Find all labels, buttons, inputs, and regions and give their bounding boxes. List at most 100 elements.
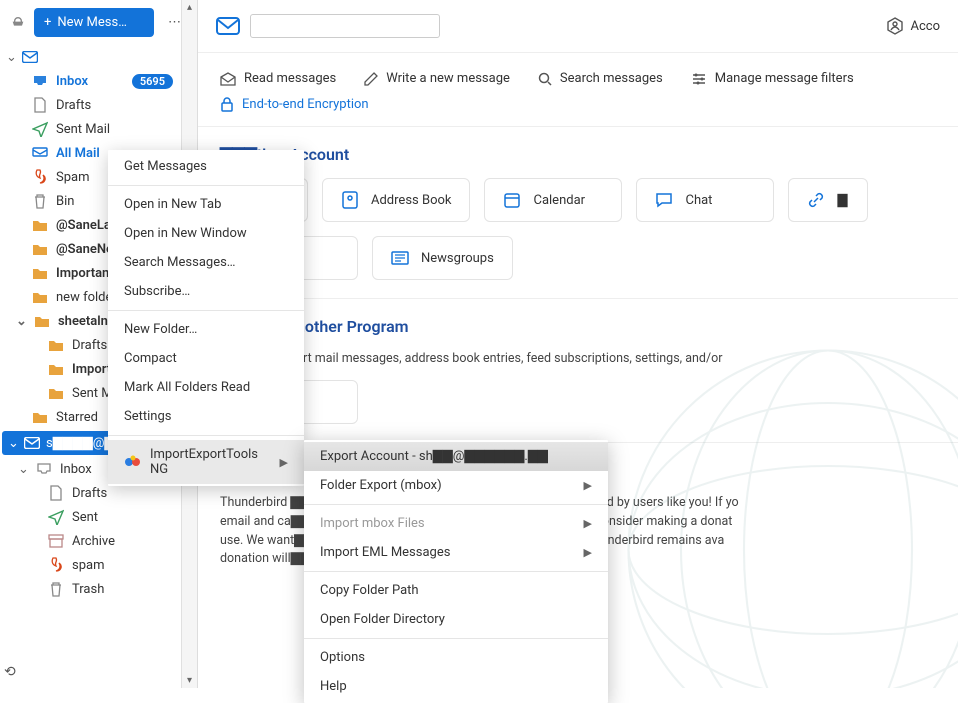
read-messages-action[interactable]: Read messages (220, 71, 336, 86)
folder-icon (32, 289, 48, 305)
folder-sent[interactable]: Sent Mail (0, 117, 181, 141)
scroll-down-icon[interactable]: ▾ (182, 675, 197, 686)
topbar: Acco (198, 0, 958, 53)
import-export-icon (124, 453, 142, 471)
folder-sent2[interactable]: Sent (0, 505, 181, 529)
ctx-open-new-tab[interactable]: Open in New Tab (108, 190, 304, 219)
folder-icon (48, 361, 64, 377)
folder-icon (32, 217, 48, 233)
section-title: ▇▇▇ther Account (220, 145, 936, 164)
folder-icon (34, 313, 50, 329)
folder-archive[interactable]: Archive (0, 529, 181, 553)
folder-icon (32, 409, 48, 425)
folder-spam2[interactable]: spam (0, 553, 181, 577)
card-link[interactable]: ▇ (788, 178, 868, 222)
folder-icon (32, 265, 48, 281)
ctx-separator (304, 504, 608, 505)
doc-icon (48, 485, 64, 501)
chevron-right-icon: ▶ (280, 456, 288, 469)
folder-icon (48, 337, 64, 353)
fire-icon (32, 169, 48, 185)
chat-icon (655, 191, 673, 209)
section-title: ▇▇▇▇▇ Another Program (220, 317, 936, 336)
action-row: Read messages Write a new message Search… (198, 53, 958, 86)
hexagon-user-icon (886, 17, 904, 35)
import-desc: ▇▇▇ you import mail messages, address bo… (220, 350, 936, 366)
folder-icon (32, 241, 48, 257)
folder-inbox[interactable]: Inbox 5695 (0, 69, 181, 93)
chevron-down-icon: ⌄ (18, 462, 28, 477)
sub-copy-path[interactable]: Copy Folder Path (304, 576, 608, 605)
chevron-right-icon: ▶ (584, 479, 592, 492)
manage-filters-action[interactable]: Manage message filters (691, 71, 854, 86)
account-label (44, 50, 173, 64)
scroll-up-icon[interactable]: ▴ (182, 2, 197, 13)
send-icon (32, 121, 48, 137)
sub-open-directory[interactable]: Open Folder Directory (304, 605, 608, 634)
folder-icon (48, 385, 64, 401)
ctx-separator (108, 185, 304, 186)
chevron-down-icon: ⌄ (16, 314, 26, 329)
account-row[interactable]: ⌄ (0, 45, 181, 69)
ctx-separator (304, 571, 608, 572)
envelope-open-icon (220, 72, 236, 86)
mail-account-icon (24, 435, 40, 451)
card-calendar[interactable]: Calendar (484, 178, 622, 222)
ctx-open-new-window[interactable]: Open in New Window (108, 219, 304, 248)
sub-help[interactable]: Help (304, 672, 608, 701)
sub-import-mbox: Import mbox Files▶ (304, 509, 608, 538)
ctx-settings[interactable]: Settings (108, 402, 304, 431)
card-chat[interactable]: Chat (636, 178, 774, 222)
doc-icon (32, 97, 48, 113)
trash-icon (32, 193, 48, 209)
another-account-section: ▇▇▇ther Account ▇▇ Address Book Calendar… (198, 126, 958, 298)
folder-drafts[interactable]: Drafts (0, 93, 181, 117)
address-input[interactable] (250, 14, 440, 38)
lock-icon (220, 96, 234, 112)
inbox-icon (32, 73, 48, 89)
trash-icon (48, 581, 64, 597)
ctx-compact[interactable]: Compact (108, 344, 304, 373)
news-icon (391, 249, 409, 267)
ctx-new-folder[interactable]: New Folder… (108, 315, 304, 344)
chevron-right-icon: ▶ (584, 517, 592, 530)
plus-icon: + (44, 15, 51, 30)
mail-icon (216, 17, 240, 35)
ctx-separator (304, 638, 608, 639)
context-submenu: Export Account - sh▇▇@▇▇▇▇▇▇.▇▇ Folder E… (304, 440, 608, 703)
archive-icon (48, 533, 64, 549)
sub-export-account[interactable]: Export Account - sh▇▇@▇▇▇▇▇▇.▇▇ (304, 442, 608, 471)
sync-icon[interactable]: ⟲ (4, 664, 16, 680)
mail-account-icon (22, 49, 38, 65)
account-settings-button[interactable]: Acco (886, 17, 940, 35)
sub-import-eml[interactable]: Import EML Messages▶ (304, 538, 608, 567)
card-newsgroups[interactable]: Newsgroups (372, 236, 513, 280)
app-icon (10, 15, 26, 31)
stack-icon (32, 145, 48, 161)
user-icon (341, 191, 359, 209)
search-messages-action[interactable]: Search messages (538, 71, 663, 86)
inbox-icon (36, 461, 52, 477)
write-message-action[interactable]: Write a new message (364, 71, 510, 86)
encryption-action[interactable]: End-to-end Encryption (220, 96, 936, 112)
link-icon (807, 191, 825, 209)
chevron-down-icon: ⌄ (8, 436, 18, 451)
unread-badge: 5695 (132, 74, 173, 89)
fire-icon (48, 557, 64, 573)
ctx-mark-all-read[interactable]: Mark All Folders Read (108, 373, 304, 402)
card-addressbook[interactable]: Address Book (322, 178, 470, 222)
calendar-icon (503, 191, 521, 209)
sub-folder-export[interactable]: Folder Export (mbox)▶ (304, 471, 608, 500)
ctx-import-export-tools[interactable]: ImportExportTools NG ▶ (108, 440, 304, 484)
context-menu: Get Messages Open in New Tab Open in New… (108, 150, 304, 486)
new-message-button[interactable]: + New Mess… (34, 8, 154, 37)
new-message-label: New Mess… (57, 15, 127, 30)
ctx-search-messages[interactable]: Search Messages… (108, 248, 304, 277)
sliders-icon (691, 72, 707, 86)
chevron-down-icon: ⌄ (6, 50, 16, 65)
sub-options[interactable]: Options (304, 643, 608, 672)
folder-trash2[interactable]: Trash (0, 577, 181, 601)
ctx-subscribe[interactable]: Subscribe… (108, 277, 304, 306)
ctx-separator (108, 310, 304, 311)
ctx-get-messages[interactable]: Get Messages (108, 152, 304, 181)
